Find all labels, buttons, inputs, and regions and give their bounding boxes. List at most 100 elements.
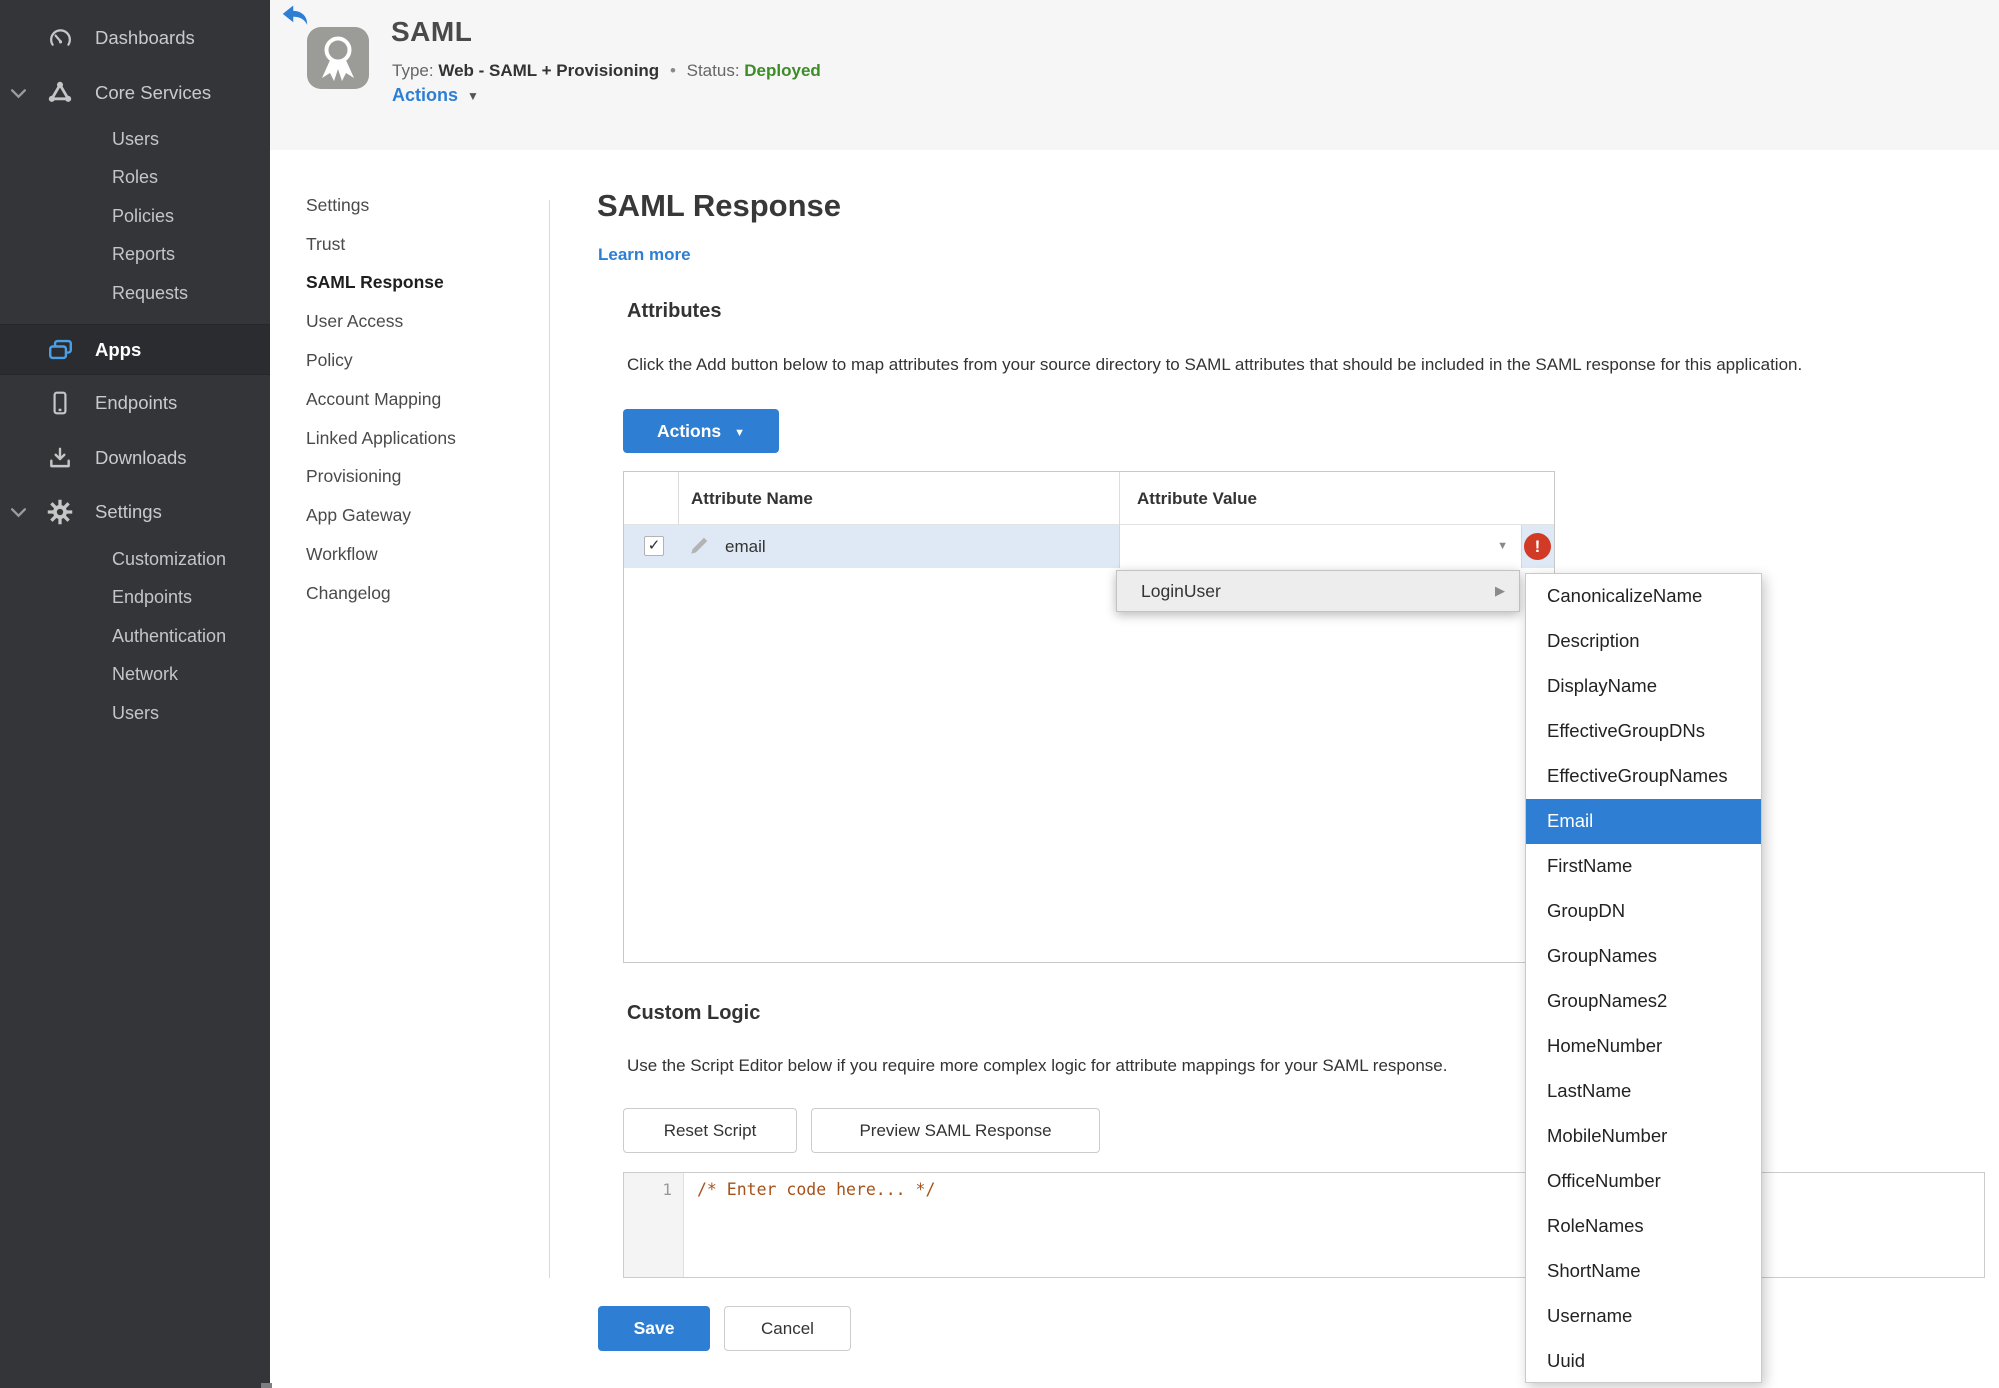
sidebar-item-core-services[interactable]: Core Services bbox=[0, 73, 270, 113]
sidebar-item-label: Downloads bbox=[95, 447, 187, 468]
sidebar-item-dashboards[interactable]: Dashboards bbox=[0, 18, 270, 58]
type-value: Web - SAML + Provisioning bbox=[438, 61, 660, 80]
status-label: Status: bbox=[686, 61, 740, 80]
app-meta: Type: Web - SAML + Provisioning • Status… bbox=[392, 61, 821, 81]
app-header: SAML Type: Web - SAML + Provisioning • S… bbox=[270, 0, 1999, 150]
pencil-icon[interactable] bbox=[688, 535, 710, 562]
nav-item[interactable]: Settings bbox=[306, 186, 536, 225]
main-sidebar: Dashboards Core Services Users Roles Polic… bbox=[0, 0, 272, 1388]
editor-code[interactable]: /* Enter code here... */ bbox=[684, 1173, 935, 1199]
page-title: SAML Response bbox=[597, 188, 842, 223]
nav-item[interactable]: Changelog bbox=[306, 574, 536, 613]
apps-icon bbox=[44, 335, 76, 364]
submenu-option[interactable]: LastName bbox=[1526, 1069, 1761, 1114]
submenu-option[interactable]: GroupNames bbox=[1526, 934, 1761, 979]
submenu-option[interactable]: EffectiveGroupDNs bbox=[1526, 709, 1761, 754]
nav-item[interactable]: Provisioning bbox=[306, 458, 536, 497]
submenu-option[interactable]: Username bbox=[1526, 1294, 1761, 1339]
app-logo bbox=[307, 27, 369, 89]
sidebar-settings-children: Customization Endpoints Authentication Netw… bbox=[0, 540, 270, 733]
sidebar-item-apps[interactable]: Apps bbox=[0, 324, 270, 375]
sidebar-item-endpoints[interactable]: Endpoints bbox=[0, 383, 270, 423]
sidebar-subitem[interactable]: Policies bbox=[0, 197, 270, 236]
gear-icon bbox=[44, 498, 76, 526]
app-root: Dashboards Core Services Users Roles Polic… bbox=[0, 0, 1999, 1388]
sidebar-subitem[interactable]: Users bbox=[0, 120, 270, 159]
caret-down-icon: ▼ bbox=[734, 426, 746, 439]
nav-item[interactable]: Policy bbox=[306, 341, 536, 380]
back-arrow-icon[interactable] bbox=[281, 4, 309, 28]
phone-icon bbox=[44, 390, 76, 416]
value-dropdown-menu-item-loginuser[interactable]: LoginUser ▶ bbox=[1116, 570, 1520, 612]
submenu-option[interactable]: RoleNames bbox=[1526, 1204, 1761, 1249]
nav-item[interactable]: User Access bbox=[306, 302, 536, 341]
sidebar-item-label: Core Services bbox=[95, 82, 212, 103]
submenu-option[interactable]: Description bbox=[1526, 619, 1761, 664]
sidebar-subitem[interactable]: Reports bbox=[0, 236, 270, 275]
core-services-icon bbox=[44, 79, 76, 107]
submenu-option[interactable]: CanonicalizeName bbox=[1526, 574, 1761, 619]
submenu-option[interactable]: Email bbox=[1526, 798, 1761, 844]
learn-more-link[interactable]: Learn more bbox=[598, 245, 691, 265]
custom-logic-heading: Custom Logic bbox=[627, 1002, 761, 1024]
sidebar-item-label: Endpoints bbox=[95, 392, 178, 413]
submenu-option[interactable]: MobileNumber bbox=[1526, 1114, 1761, 1159]
submenu-option[interactable]: ShortName bbox=[1526, 1249, 1761, 1294]
sidebar-subitem[interactable]: Users bbox=[0, 694, 270, 733]
submenu-option[interactable]: Uuid bbox=[1526, 1338, 1761, 1383]
sidebar-item-downloads[interactable]: Downloads bbox=[0, 438, 270, 478]
attributes-table-header: Attribute Name Attribute Value bbox=[624, 472, 1554, 525]
sidebar-subitem[interactable]: Authentication bbox=[0, 617, 270, 656]
attributes-table: Attribute Name Attribute Value ✓ email ▼… bbox=[623, 471, 1555, 963]
nav-item[interactable]: SAML Response bbox=[306, 264, 536, 303]
nav-item[interactable]: App Gateway bbox=[306, 496, 536, 535]
sidebar-subitem[interactable]: Endpoints bbox=[0, 579, 270, 618]
attribute-value-dropdown[interactable]: ▼ bbox=[1119, 525, 1522, 568]
sidebar-core-services-children: Users Roles Policies Reports Requests bbox=[0, 120, 270, 313]
submenu-option[interactable]: HomeNumber bbox=[1526, 1024, 1761, 1069]
caret-down-icon: ▼ bbox=[467, 89, 479, 103]
chevron-down-icon[interactable] bbox=[10, 88, 30, 99]
submenu-arrow-icon: ▶ bbox=[1495, 583, 1505, 598]
reset-script-button[interactable]: Reset Script bbox=[623, 1108, 797, 1153]
column-divider bbox=[1119, 472, 1120, 525]
column-divider bbox=[678, 472, 679, 525]
submenu-option[interactable]: EffectiveGroupNames bbox=[1526, 754, 1761, 799]
sidebar-item-settings[interactable]: Settings bbox=[0, 492, 270, 532]
nav-item[interactable]: Account Mapping bbox=[306, 380, 536, 419]
editor-line-number: 1 bbox=[624, 1173, 684, 1277]
submenu-option[interactable]: GroupNames2 bbox=[1526, 979, 1761, 1024]
header-actions-dropdown[interactable]: Actions ▼ bbox=[392, 85, 479, 106]
submenu-option[interactable]: FirstName bbox=[1526, 844, 1761, 889]
sidebar-subitem[interactable]: Customization bbox=[0, 540, 270, 579]
table-row[interactable]: ✓ email ▼ ! bbox=[624, 525, 1554, 568]
submenu-option[interactable]: OfficeNumber bbox=[1526, 1159, 1761, 1204]
sidebar-subitem[interactable]: Roles bbox=[0, 159, 270, 198]
meta-separator: • bbox=[669, 61, 676, 80]
caret-down-icon: ▼ bbox=[1497, 540, 1508, 552]
submenu-option[interactable]: GroupDN bbox=[1526, 889, 1761, 934]
download-icon bbox=[44, 445, 76, 471]
save-button[interactable]: Save bbox=[598, 1306, 710, 1351]
script-editor[interactable]: 1 /* Enter code here... */ bbox=[623, 1172, 1985, 1278]
type-label: Type: bbox=[392, 61, 434, 80]
nav-content-divider bbox=[549, 200, 550, 1278]
cancel-button[interactable]: Cancel bbox=[724, 1306, 851, 1351]
submenu-option[interactable]: DisplayName bbox=[1526, 664, 1761, 709]
nav-item[interactable]: Workflow bbox=[306, 535, 536, 574]
nav-item[interactable]: Trust bbox=[306, 225, 536, 264]
sidebar-subitem[interactable]: Network bbox=[0, 656, 270, 695]
attributes-actions-button[interactable]: Actions ▼ bbox=[623, 409, 779, 453]
preview-saml-response-button[interactable]: Preview SAML Response bbox=[811, 1108, 1100, 1153]
status-value: Deployed bbox=[744, 61, 821, 80]
sidebar-subitem[interactable]: Requests bbox=[0, 274, 270, 313]
attribute-name-cell: email bbox=[725, 537, 766, 556]
loginuser-submenu: CanonicalizeName Description DisplayName Ef… bbox=[1525, 573, 1762, 1383]
gauge-icon bbox=[44, 25, 76, 52]
row-checkbox[interactable]: ✓ bbox=[644, 536, 664, 556]
sidebar-item-label: Settings bbox=[95, 501, 162, 522]
chevron-down-icon[interactable] bbox=[10, 507, 30, 518]
sidebar-item-label: Dashboards bbox=[95, 27, 195, 48]
sidebar-scrollbar[interactable] bbox=[261, 1383, 272, 1388]
nav-item[interactable]: Linked Applications bbox=[306, 419, 536, 458]
